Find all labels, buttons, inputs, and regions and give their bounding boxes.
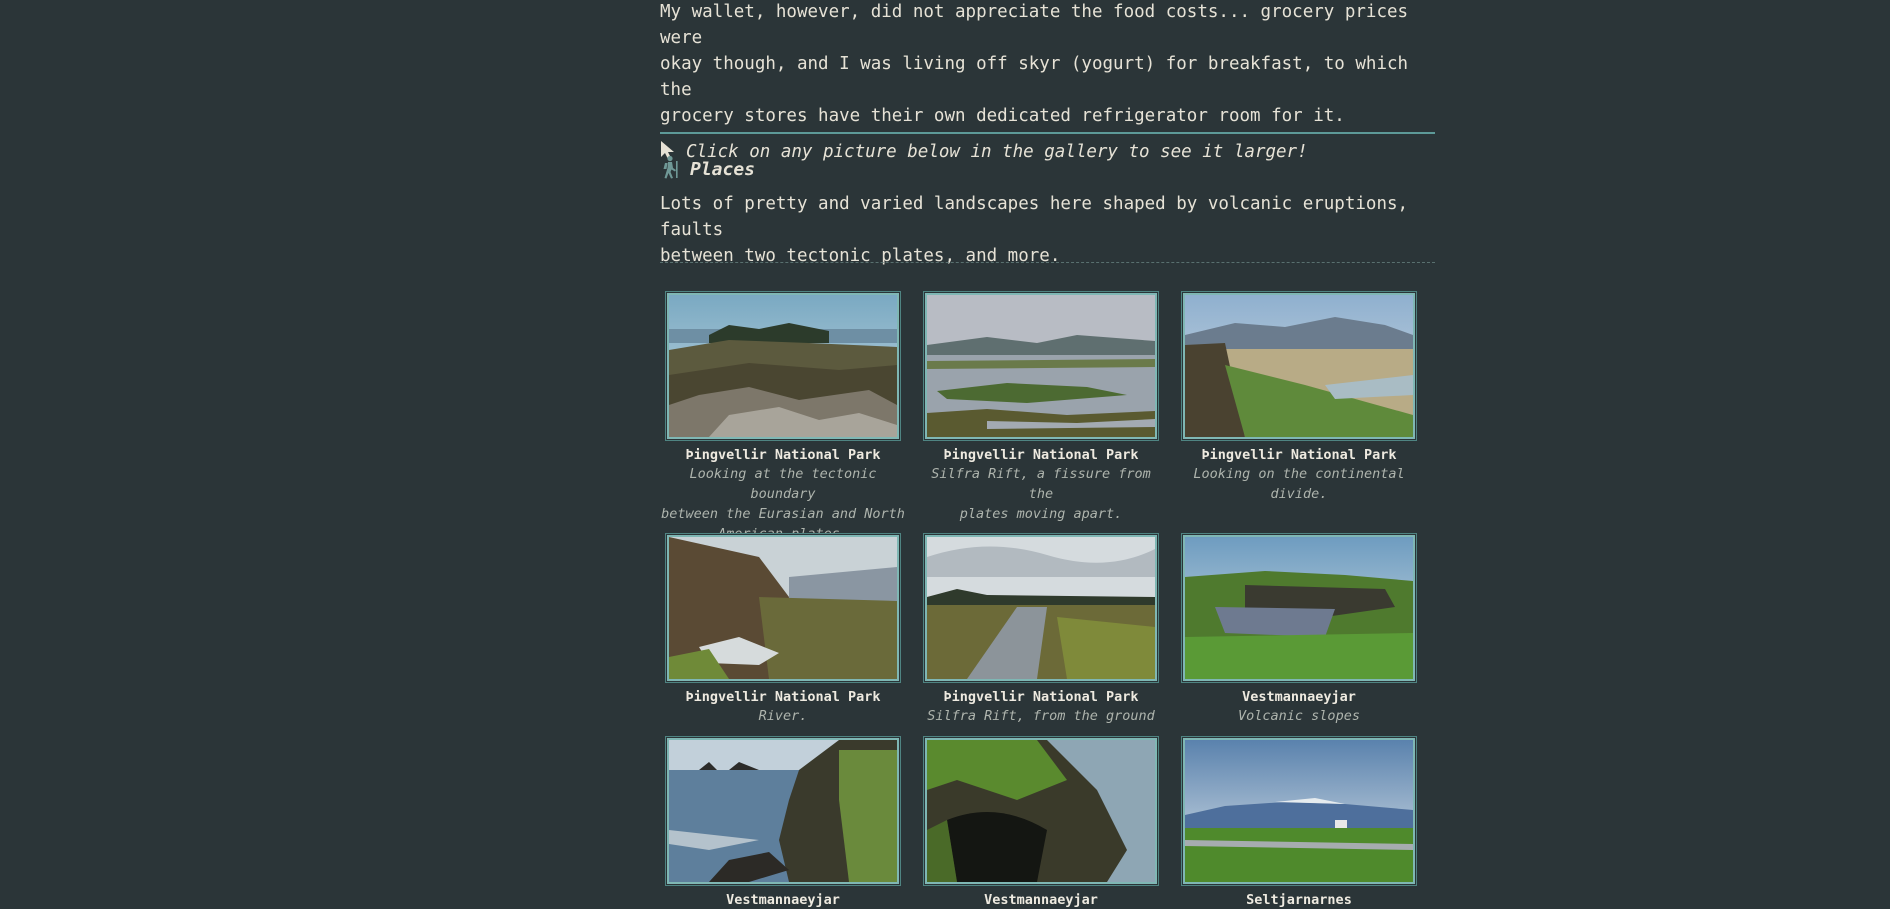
- section-title: Places: [690, 158, 756, 180]
- desc-line: Looking on the continental: [1193, 466, 1405, 482]
- gallery-item: Þingvellir National Park Looking at the …: [660, 293, 906, 544]
- desc-line: plates moving apart.: [959, 506, 1123, 522]
- gallery-item-title: Þingvellir National Park: [1201, 447, 1397, 463]
- gallery-thumbnail[interactable]: [1183, 738, 1415, 884]
- intro-line-3: grocery stores have their own dedicated …: [660, 106, 1345, 126]
- desc-line: Looking at the tectonic boundary: [689, 466, 877, 502]
- section-subdivider: [660, 262, 1435, 263]
- gallery-thumbnail[interactable]: [925, 293, 1157, 439]
- desc-line: Silfra Rift, a fissure from the: [931, 466, 1151, 502]
- desc-line: divide.: [1270, 486, 1328, 502]
- intro-line-2: okay though, and I was living off skyr (…: [660, 54, 1409, 100]
- intro-paragraph: My wallet, however, did not appreciate t…: [660, 0, 1435, 129]
- gallery-thumbnail[interactable]: [925, 738, 1157, 884]
- gallery-item-description: River.: [660, 706, 906, 726]
- gallery-item-title: Vestmannaeyjar: [726, 892, 840, 908]
- section-desc-line-2: between two tectonic plates, and more.: [660, 246, 1061, 266]
- desc-line: River.: [758, 708, 808, 724]
- desc-line: Silfra Rift, from the ground: [927, 708, 1155, 724]
- gallery-item-title: Þingvellir National Park: [943, 689, 1139, 705]
- gallery-item-description: Silfra Rift, from the ground: [918, 706, 1164, 726]
- gallery-item-title: Þingvellir National Park: [943, 447, 1139, 463]
- desc-line: Volcanic slopes: [1238, 708, 1360, 724]
- gallery-thumbnail[interactable]: [667, 535, 899, 681]
- gallery-item: Þingvellir National Park Silfra Rift, fr…: [918, 535, 1164, 726]
- gallery-item: Seltjarnarnes: [1176, 738, 1422, 909]
- hiker-icon: [660, 155, 680, 183]
- gallery-thumbnail[interactable]: [1183, 293, 1415, 439]
- gallery-item-description: Silfra Rift, a fissure from the plates mo…: [918, 464, 1164, 524]
- gallery-item-description: Looking on the continental divide.: [1176, 464, 1422, 504]
- gallery-thumbnail[interactable]: [667, 738, 899, 884]
- gallery-hint-text: Click on any picture below in the galler…: [686, 142, 1308, 162]
- gallery-item-title: Seltjarnarnes: [1246, 892, 1352, 908]
- article-column: My wallet, however, did not appreciate t…: [660, 0, 1435, 908]
- section-divider: [660, 132, 1435, 134]
- gallery-item: Vestmannaeyjar: [918, 738, 1164, 909]
- gallery-item-description: Looking at the tectonic boundary between …: [660, 464, 906, 544]
- gallery-item-title: Þingvellir National Park: [685, 447, 881, 463]
- gallery-item: Þingvellir National Park Silfra Rift, a …: [918, 293, 1164, 524]
- gallery-item-title: Vestmannaeyjar: [1242, 689, 1356, 705]
- gallery-item-title: Vestmannaeyjar: [984, 892, 1098, 908]
- gallery-item-title: Þingvellir National Park: [685, 689, 881, 705]
- section-desc-line-1: Lots of pretty and varied landscapes her…: [660, 194, 1409, 240]
- desc-line: between the Eurasian and North: [661, 506, 905, 522]
- gallery-thumbnail[interactable]: [925, 535, 1157, 681]
- gallery-item: Vestmannaeyjar: [660, 738, 906, 909]
- section-description: Lots of pretty and varied landscapes her…: [660, 191, 1435, 269]
- gallery-item-description: Volcanic slopes: [1176, 706, 1422, 726]
- gallery-item: Þingvellir National Park Looking on the …: [1176, 293, 1422, 504]
- section-header: Places: [660, 154, 755, 184]
- gallery-hint: Click on any picture below in the galler…: [660, 139, 1435, 165]
- intro-line-1: My wallet, however, did not appreciate t…: [660, 2, 1409, 48]
- gallery-thumbnail[interactable]: [1183, 535, 1415, 681]
- gallery-item: Þingvellir National Park River.: [660, 535, 906, 726]
- gallery-item: Vestmannaeyjar Volcanic slopes: [1176, 535, 1422, 726]
- gallery-thumbnail[interactable]: [667, 293, 899, 439]
